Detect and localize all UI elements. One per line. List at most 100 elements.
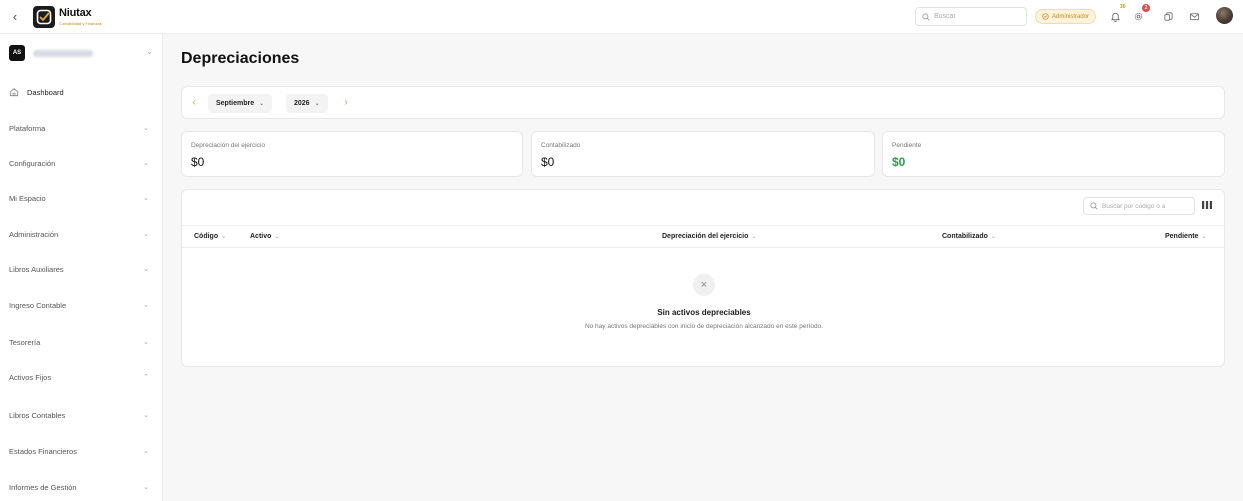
sidebar-item-label: Dashboard <box>27 87 64 97</box>
year-select[interactable]: 2026 ⌄ <box>286 94 328 113</box>
chevron-down-icon: ⌄ <box>751 234 757 240</box>
chevron-down-icon: ⌄ <box>143 484 149 491</box>
sidebar-item-label: Activos Fijos <box>9 372 52 382</box>
column-header-label: Contabilizado <box>942 233 988 240</box>
stat-label: Pendiente <box>892 142 922 149</box>
notifications-count: 30 <box>1120 4 1126 10</box>
stat-card-depreciacion: Depreciación del ejercicio $0 <box>181 131 523 177</box>
month-select[interactable]: Septiembre ⌄ <box>208 94 273 113</box>
copy-icon <box>1163 11 1173 21</box>
table-search-input[interactable] <box>1102 202 1190 210</box>
column-header-label: Depreciación del ejercicio <box>662 233 749 240</box>
chevron-down-icon: ⌄ <box>143 302 149 309</box>
sidebar-item-libros-contables[interactable]: Libros Contables ⌄ <box>9 407 149 423</box>
sidebar-item-mi-espacio[interactable]: Mi Espacio ⌄ <box>9 190 149 206</box>
column-header-pendiente[interactable]: Pendiente ⌄ <box>1165 233 1206 240</box>
sidebar-item-estados-financieros[interactable]: Estados Financieros ⌄ <box>9 443 149 459</box>
brand-subtitle: Contabilidad y Finanzas <box>59 21 102 26</box>
sidebar: AS ⌄ Dashboard Plataforma ⌄ Configuració… <box>0 34 163 501</box>
chevron-down-icon: ⌄ <box>143 195 149 202</box>
chevron-down-icon: ⌄ <box>143 339 149 346</box>
table-header: Código ⌄ Activo ⌄ Depreciación del ejercic… <box>182 225 1226 248</box>
org-name-redacted <box>33 49 93 57</box>
depreciation-table-card: Código⌄ Activo⌄ Depreciación del ejercic… <box>181 189 1226 367</box>
org-avatar: AS <box>9 45 25 61</box>
search-icon <box>922 12 930 21</box>
sidebar-item-label: Tesorería <box>9 337 41 347</box>
chevron-down-icon: ⌄ <box>143 231 149 238</box>
sidebar-item-activos-fijos[interactable]: Activos Fijos ⌃ <box>9 369 149 385</box>
notifications-button[interactable] <box>1107 8 1123 24</box>
sidebar-item-tesoreria[interactable]: Tesorería ⌄ <box>9 334 149 350</box>
stat-label: Depreciación del ejercicio <box>191 142 266 149</box>
chevron-down-icon: ⌄ <box>143 412 149 419</box>
chevron-down-icon: ⌄ <box>143 160 149 167</box>
columns-toggle-button[interactable] <box>1201 200 1215 212</box>
logo-check-icon <box>36 9 52 25</box>
period-selector-card: ‹ Septiembre ⌄ 2026 ⌄ › <box>181 86 1225 119</box>
column-header-label: Código <box>194 233 219 240</box>
sidebar-item-plataforma[interactable]: Plataforma ⌄ <box>9 120 149 136</box>
brand-name: Niutax <box>59 7 92 19</box>
month-select-value: Septiembre <box>216 100 255 107</box>
sidebar-item-informes-de-gestion[interactable]: Informes de Gestión ⌄ <box>9 479 149 495</box>
sidebar-item-libros-auxiliares[interactable]: Libros Auxiliares ⌄ <box>9 261 149 277</box>
stat-value: $0 <box>892 155 906 169</box>
sidebar-item-label: Plataforma <box>9 123 46 133</box>
sidebar-item-label: Administración <box>9 229 59 239</box>
columns-icon <box>1202 201 1212 209</box>
stat-value: $0 <box>191 155 205 169</box>
column-header-label: Pendiente <box>1165 233 1199 240</box>
empty-state-description: No hay activos depreciables con inicio d… <box>584 323 824 330</box>
mail-icon <box>1189 12 1199 20</box>
empty-state-title: Sin activos depreciables <box>657 308 751 317</box>
home-icon <box>9 88 19 97</box>
next-period-button[interactable]: › <box>340 95 352 111</box>
sidebar-item-ingreso-contable[interactable]: Ingreso Contable ⌄ <box>9 297 149 313</box>
chevron-down-icon: ⌄ <box>143 448 149 455</box>
chevron-down-icon: ⌄ <box>259 101 265 107</box>
stat-card-contabilizado: Contabilizado $0 <box>531 131 875 177</box>
role-badge[interactable]: Administrador <box>1035 9 1097 24</box>
table-search[interactable] <box>1083 197 1195 215</box>
chevron-down-icon: ⌄ <box>990 234 996 240</box>
user-avatar[interactable] <box>1216 7 1233 24</box>
column-header-label: Activo <box>250 233 272 240</box>
devices-button[interactable] <box>1160 8 1176 24</box>
chevron-down-icon: ⌄ <box>143 125 149 132</box>
year-select-value: 2026 <box>294 100 310 107</box>
back-button[interactable]: ‹ <box>8 9 22 25</box>
sidebar-item-label: Ingreso Contable <box>9 300 67 310</box>
column-header-codigo[interactable]: Código ⌄ <box>194 233 226 240</box>
chevron-right-icon: › <box>344 97 348 108</box>
column-header-activo[interactable]: Activo ⌄ <box>250 233 279 240</box>
global-search[interactable] <box>915 7 1027 26</box>
sidebar-item-configuracion[interactable]: Configuración ⌄ <box>9 155 149 171</box>
chevron-down-icon: ⌄ <box>143 266 149 273</box>
top-bar: ‹ Niutax Contabilidad y Finanzas Adminis… <box>0 0 1243 34</box>
chevron-down-icon: ⌄ <box>1201 234 1207 240</box>
sidebar-item-administracion[interactable]: Administración ⌄ <box>9 226 149 242</box>
chevron-up-icon: ⌃ <box>143 374 149 381</box>
column-header-depreciacion[interactable]: Depreciación del ejercicio ⌄ <box>662 233 756 240</box>
messages-button[interactable] <box>1186 8 1202 24</box>
column-header-contabilizado[interactable]: Contabilizado ⌄ <box>942 233 996 240</box>
prev-period-button[interactable]: ‹ <box>188 95 200 111</box>
role-badge-label: Administrador <box>1052 13 1090 20</box>
close-icon: × <box>693 274 715 296</box>
search-icon <box>1090 202 1098 210</box>
chevron-down-icon: ⌄ <box>146 47 153 56</box>
sidebar-item-label: Configuración <box>9 158 56 168</box>
sidebar-item-dashboard[interactable]: Dashboard <box>9 84 149 100</box>
gear-icon <box>1134 12 1142 20</box>
chevron-left-icon: ‹ <box>12 9 18 24</box>
org-selector[interactable]: AS ⌄ <box>9 44 153 62</box>
sidebar-item-label: Mi Espacio <box>9 193 46 203</box>
global-search-input[interactable] <box>934 13 1014 20</box>
sidebar-item-label: Estados Financieros <box>9 446 77 456</box>
brand-logo[interactable] <box>33 6 55 28</box>
bell-icon <box>1110 12 1120 22</box>
stat-label: Contabilizado <box>541 142 581 149</box>
chevron-down-icon: ⌄ <box>274 234 280 240</box>
sidebar-item-label: Libros Contables <box>9 410 66 420</box>
